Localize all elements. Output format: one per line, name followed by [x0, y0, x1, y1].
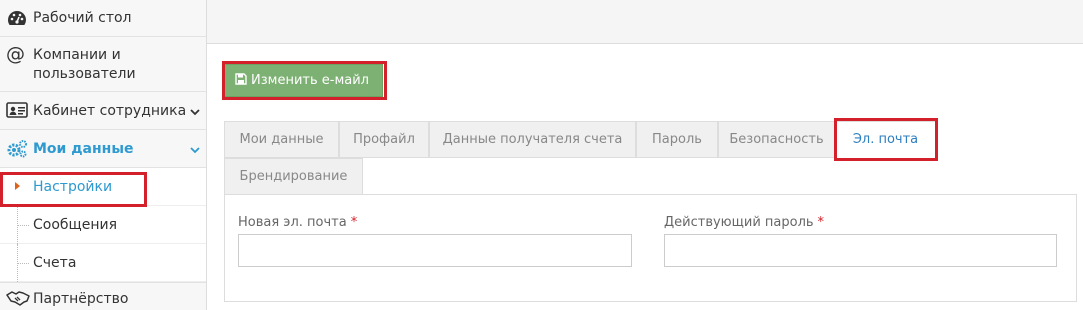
tab-label: Профайл — [353, 132, 415, 147]
sidebar-subitem-invoices[interactable]: Счета — [0, 244, 206, 282]
sidebar-item-companies[interactable]: @ Компании и пользователи — [0, 37, 206, 92]
chevron-down-icon — [188, 143, 202, 157]
tab-label: Данные получателя счета — [442, 132, 623, 147]
floppy-disk-icon — [235, 66, 247, 85]
top-bar — [207, 0, 1083, 44]
new-email-label: Новая эл. почта * — [238, 215, 358, 230]
sidebar-item-label: Кабинет сотрудника — [33, 103, 187, 119]
tab-label: Брендирование — [239, 169, 348, 184]
sidebar-item-label-line1: Компании и — [33, 47, 121, 63]
sidebar-item-employee-cabinet[interactable]: Кабинет сотрудника — [0, 92, 206, 130]
gears-icon — [6, 139, 28, 159]
tab-invoice-recipient[interactable]: Данные получателя счета — [429, 121, 636, 158]
sidebar-subitem-messages[interactable]: Сообщения — [0, 206, 206, 244]
sidebar-subitem-settings[interactable]: Настройки — [0, 168, 206, 206]
email-form-panel: Новая эл. почта * Действующий пароль * — [224, 194, 1077, 302]
tab-password[interactable]: Пароль — [636, 121, 718, 158]
sidebar-item-partnership[interactable]: Партнёрство — [0, 282, 206, 310]
tab-security[interactable]: Безопасность — [718, 121, 835, 158]
caret-right-icon — [15, 182, 20, 190]
tree-branch — [17, 225, 29, 226]
tab-label: Эл. почта — [852, 132, 919, 147]
main-content: Изменить е-майл Мои данные Профайл Данны… — [207, 44, 1083, 310]
sidebar-subitem-label: Счета — [33, 255, 77, 271]
tab-label: Безопасность — [729, 132, 824, 147]
chevron-down-icon — [188, 105, 202, 119]
tab-label: Пароль — [652, 132, 702, 147]
tree-branch — [17, 263, 29, 264]
sidebar-subitem-label: Сообщения — [33, 217, 118, 233]
id-card-icon — [6, 101, 28, 121]
sidebar-item-label: Мои данные — [33, 141, 134, 157]
sidebar: Рабочий стол @ Компании и пользователи К… — [0, 0, 207, 310]
sidebar-item-label: Рабочий стол — [33, 10, 132, 26]
handshake-icon — [6, 290, 30, 310]
tab-branding[interactable]: Брендирование — [224, 158, 363, 195]
sidebar-item-label: Партнёрство — [33, 291, 129, 307]
sidebar-subitem-label: Настройки — [33, 179, 113, 195]
current-password-input[interactable] — [664, 234, 1057, 267]
sidebar-item-my-data[interactable]: Мои данные — [0, 130, 206, 168]
tab-email[interactable]: Эл. почта — [835, 121, 936, 158]
dashboard-icon — [6, 8, 28, 28]
current-password-label: Действующий пароль * — [664, 215, 825, 230]
sidebar-item-label-line2: пользователи — [33, 66, 136, 82]
tab-profile[interactable]: Профайл — [339, 121, 429, 158]
new-email-input[interactable] — [238, 234, 632, 267]
tab-my-data[interactable]: Мои данные — [224, 121, 339, 158]
change-email-button[interactable]: Изменить е-майл — [224, 64, 383, 97]
tab-label: Мои данные — [239, 132, 324, 147]
at-icon: @ — [6, 43, 25, 65]
sidebar-item-dashboard[interactable]: Рабочий стол — [0, 0, 206, 37]
change-email-button-label: Изменить е-майл — [251, 73, 369, 88]
